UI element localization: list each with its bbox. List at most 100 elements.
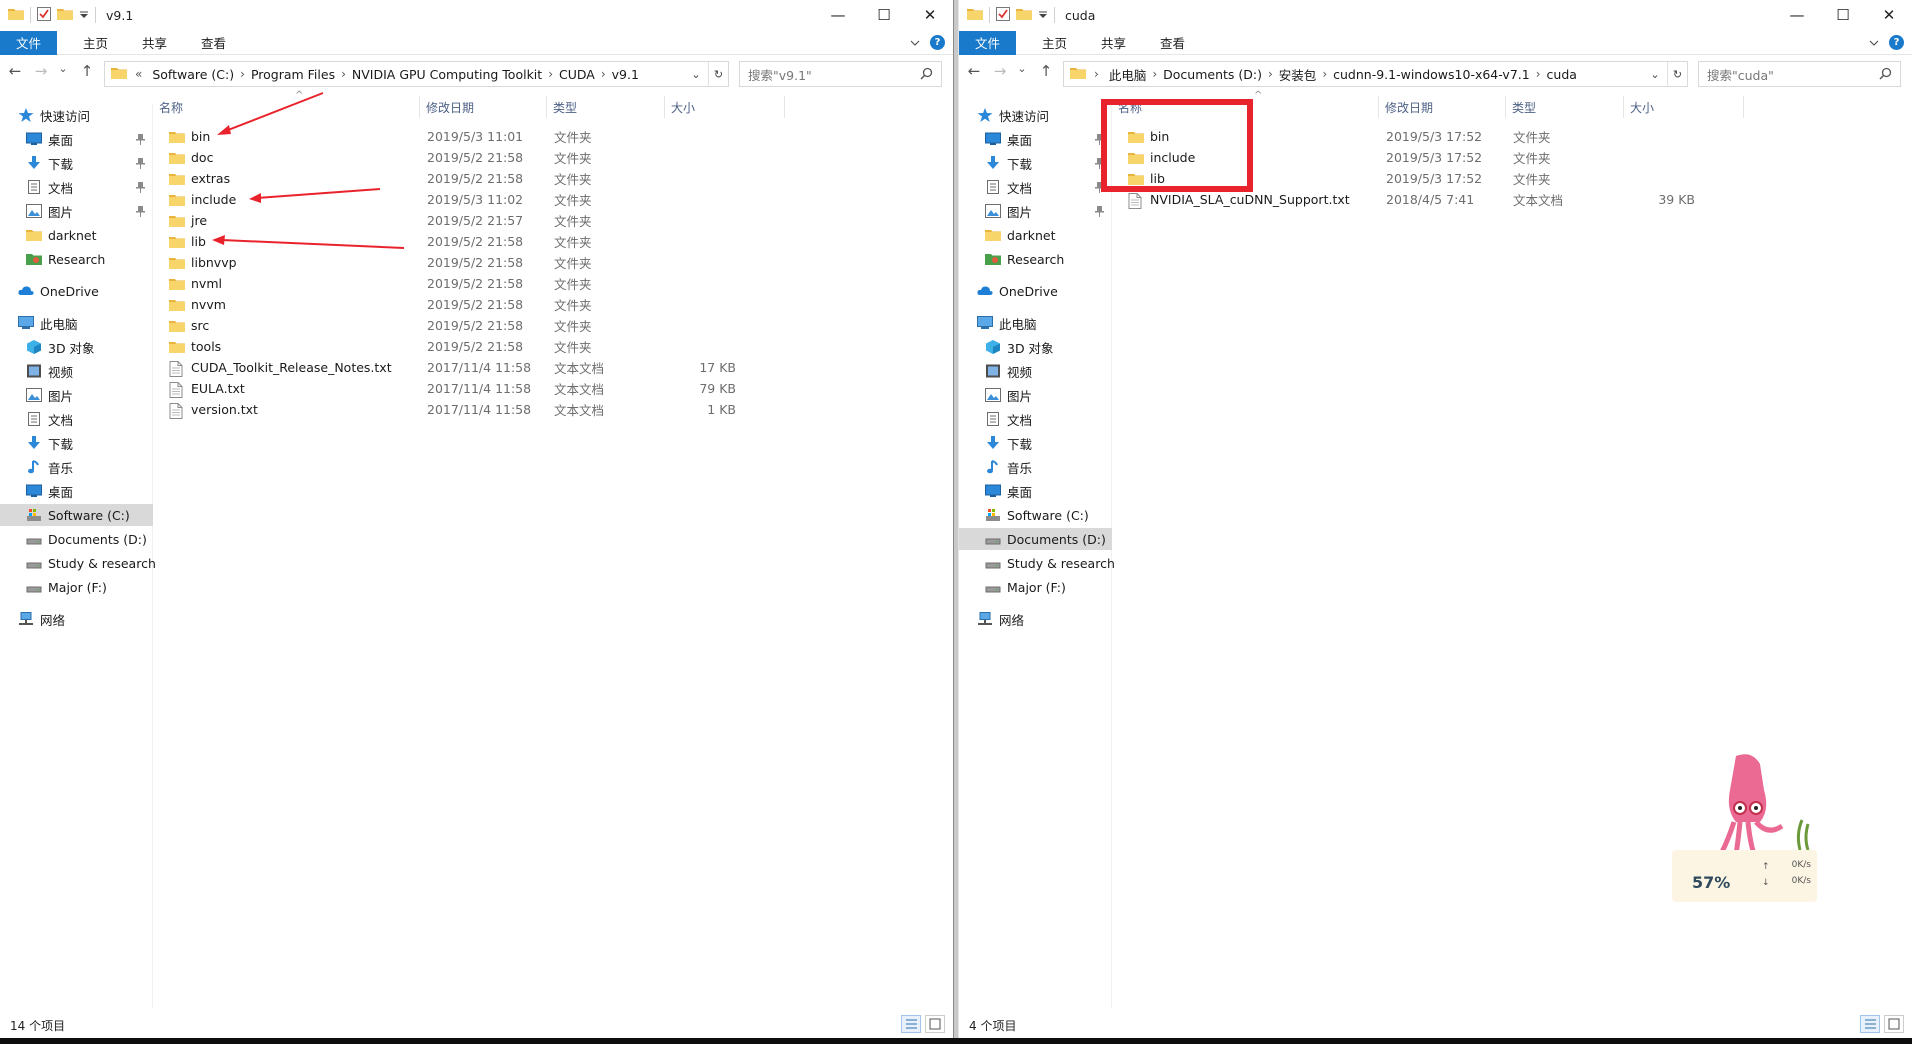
breadcrumb-item[interactable]: cuda xyxy=(1541,67,1583,82)
help-icon[interactable]: ? xyxy=(930,35,945,50)
nav-item[interactable]: Research xyxy=(0,248,153,270)
nav-item[interactable]: 桌面 xyxy=(959,480,1112,502)
back-arrow-icon[interactable]: ← xyxy=(963,62,985,80)
ribbon-tab-view[interactable]: 查看 xyxy=(1146,31,1199,55)
close-icon[interactable]: ✕ xyxy=(1866,0,1912,30)
search-input[interactable]: 搜索"cuda" xyxy=(1698,61,1901,87)
breadcrumb-item[interactable]: 此电脑 xyxy=(1103,65,1153,84)
nav-item[interactable]: 下载 xyxy=(0,432,153,454)
nav-item[interactable]: 图片 xyxy=(0,384,153,406)
nav-item[interactable]: 音乐 xyxy=(0,456,153,478)
nav-item[interactable]: 下载 xyxy=(0,152,153,174)
breadcrumb-item[interactable]: CUDA xyxy=(553,67,601,82)
nav-item[interactable]: 文档 xyxy=(959,408,1112,430)
nav-item[interactable]: 此电脑 xyxy=(0,312,153,334)
nav-item[interactable]: 视频 xyxy=(959,360,1112,382)
breadcrumb-item[interactable]: v9.1 xyxy=(606,67,645,82)
details-view-icon[interactable] xyxy=(1860,1015,1880,1033)
title-bar[interactable]: cuda — ☐ ✕ xyxy=(959,0,1912,30)
nav-item[interactable]: 文档 xyxy=(959,176,1112,198)
search-icon[interactable] xyxy=(1879,67,1892,83)
search-input[interactable]: 搜索"v9.1" xyxy=(739,61,942,87)
expand-ribbon-icon[interactable] xyxy=(1869,35,1879,50)
address-bar[interactable]: › 此电脑 › Documents (D:) › 安装包 › cudnn-9.1-window… xyxy=(1063,61,1688,87)
maximize-icon[interactable]: ☐ xyxy=(861,0,907,30)
nav-item[interactable]: Software (C:) xyxy=(959,504,1112,526)
nav-item[interactable]: Software (C:) xyxy=(0,504,153,526)
large-icons-view-icon[interactable] xyxy=(1884,1015,1904,1033)
nav-item[interactable]: Research xyxy=(959,248,1112,270)
nav-item[interactable]: Major (F:) xyxy=(0,576,153,598)
file-row[interactable]: nvvm 2019/5/2 21:58 文件夹 xyxy=(153,294,953,315)
refresh-icon[interactable]: ↻ xyxy=(1667,62,1687,86)
help-icon[interactable]: ? xyxy=(1889,35,1904,50)
nav-item[interactable]: OneDrive xyxy=(0,280,153,302)
nav-item[interactable]: 音乐 xyxy=(959,456,1112,478)
column-header-date[interactable]: 修改日期 xyxy=(420,96,547,118)
nav-item[interactable]: Documents (D:) xyxy=(959,528,1112,550)
breadcrumb-overflow[interactable]: › xyxy=(1090,67,1103,81)
pin-icon[interactable] xyxy=(136,181,145,193)
nav-item[interactable]: OneDrive xyxy=(959,280,1112,302)
new-folder-icon[interactable] xyxy=(1016,7,1032,24)
nav-item[interactable]: 此电脑 xyxy=(959,312,1112,334)
nav-item[interactable]: 文档 xyxy=(0,176,153,198)
nav-item[interactable]: 下载 xyxy=(959,152,1112,174)
nav-item[interactable]: 下载 xyxy=(959,432,1112,454)
nav-item[interactable]: 图片 xyxy=(959,384,1112,406)
file-row[interactable]: tools 2019/5/2 21:58 文件夹 xyxy=(153,336,953,357)
new-folder-icon[interactable] xyxy=(57,7,73,24)
forward-arrow-icon[interactable]: → xyxy=(989,62,1011,80)
file-row[interactable]: nvml 2019/5/2 21:58 文件夹 xyxy=(153,273,953,294)
file-row[interactable]: CUDA_Toolkit_Release_Notes.txt 2017/11/4 … xyxy=(153,357,953,378)
nav-item[interactable]: 桌面 xyxy=(0,480,153,502)
ribbon-tab-share[interactable]: 共享 xyxy=(1087,31,1140,55)
file-row[interactable]: version.txt 2017/11/4 11:58 文本文档 1 KB xyxy=(153,399,953,420)
ribbon-tab-home[interactable]: 主页 xyxy=(1028,31,1081,55)
address-dropdown-icon[interactable]: ⌄ xyxy=(686,62,706,86)
breadcrumb-item[interactable]: NVIDIA GPU Computing Toolkit xyxy=(346,67,548,82)
nav-item[interactable]: 网络 xyxy=(0,608,153,630)
column-header-date[interactable]: 修改日期 xyxy=(1379,96,1506,118)
breadcrumb-item[interactable]: Software (C:) xyxy=(146,67,240,82)
column-header-size[interactable]: 大小 xyxy=(1624,96,1744,118)
properties-icon[interactable] xyxy=(996,6,1010,24)
column-header-type[interactable]: 类型 xyxy=(547,96,665,118)
pin-icon[interactable] xyxy=(136,133,145,145)
file-row[interactable]: libnvvp 2019/5/2 21:58 文件夹 xyxy=(153,252,953,273)
customize-toolbar-icon[interactable] xyxy=(1038,8,1048,23)
recent-locations-icon[interactable]: ⌄ xyxy=(52,62,74,75)
pin-icon[interactable] xyxy=(136,205,145,217)
nav-item[interactable]: 3D 对象 xyxy=(0,336,153,358)
minimize-icon[interactable]: — xyxy=(815,0,861,30)
network-monitor-widget[interactable]: + 57% ↑ ↓ 0K/s 0K/s xyxy=(1672,750,1817,902)
nav-item[interactable]: Major (F:) xyxy=(959,576,1112,598)
nav-item[interactable]: 视频 xyxy=(0,360,153,382)
refresh-icon[interactable]: ↻ xyxy=(708,62,728,86)
ribbon-tab-home[interactable]: 主页 xyxy=(69,31,122,55)
close-icon[interactable]: ✕ xyxy=(907,0,953,30)
pin-icon[interactable] xyxy=(136,157,145,169)
title-bar[interactable]: v9.1 — ☐ ✕ xyxy=(0,0,953,30)
properties-icon[interactable] xyxy=(37,6,51,24)
nav-item[interactable]: 快速访问 xyxy=(959,104,1112,126)
nav-item[interactable]: darknet xyxy=(959,224,1112,246)
expand-ribbon-icon[interactable] xyxy=(910,35,920,50)
customize-toolbar-icon[interactable] xyxy=(79,8,89,23)
breadcrumb-item[interactable]: Documents (D:) xyxy=(1157,67,1268,82)
forward-arrow-icon[interactable]: → xyxy=(30,62,52,80)
breadcrumb-item[interactable]: Program Files xyxy=(245,67,341,82)
ribbon-tab-view[interactable]: 查看 xyxy=(187,31,240,55)
search-icon[interactable] xyxy=(920,67,933,83)
nav-item[interactable]: 桌面 xyxy=(959,128,1112,150)
ribbon-tab-file[interactable]: 文件 xyxy=(959,30,1017,55)
address-bar[interactable]: «Software (C:) › Program Files › NVIDIA GPU … xyxy=(104,61,729,87)
nav-item[interactable]: Study & research xyxy=(0,552,156,574)
pin-icon[interactable] xyxy=(1095,205,1104,217)
column-header-type[interactable]: 类型 xyxy=(1506,96,1624,118)
details-view-icon[interactable] xyxy=(901,1015,921,1033)
file-row[interactable]: jre 2019/5/2 21:57 文件夹 xyxy=(153,210,953,231)
address-dropdown-icon[interactable]: ⌄ xyxy=(1645,62,1665,86)
file-row[interactable]: src 2019/5/2 21:58 文件夹 xyxy=(153,315,953,336)
large-icons-view-icon[interactable] xyxy=(925,1015,945,1033)
